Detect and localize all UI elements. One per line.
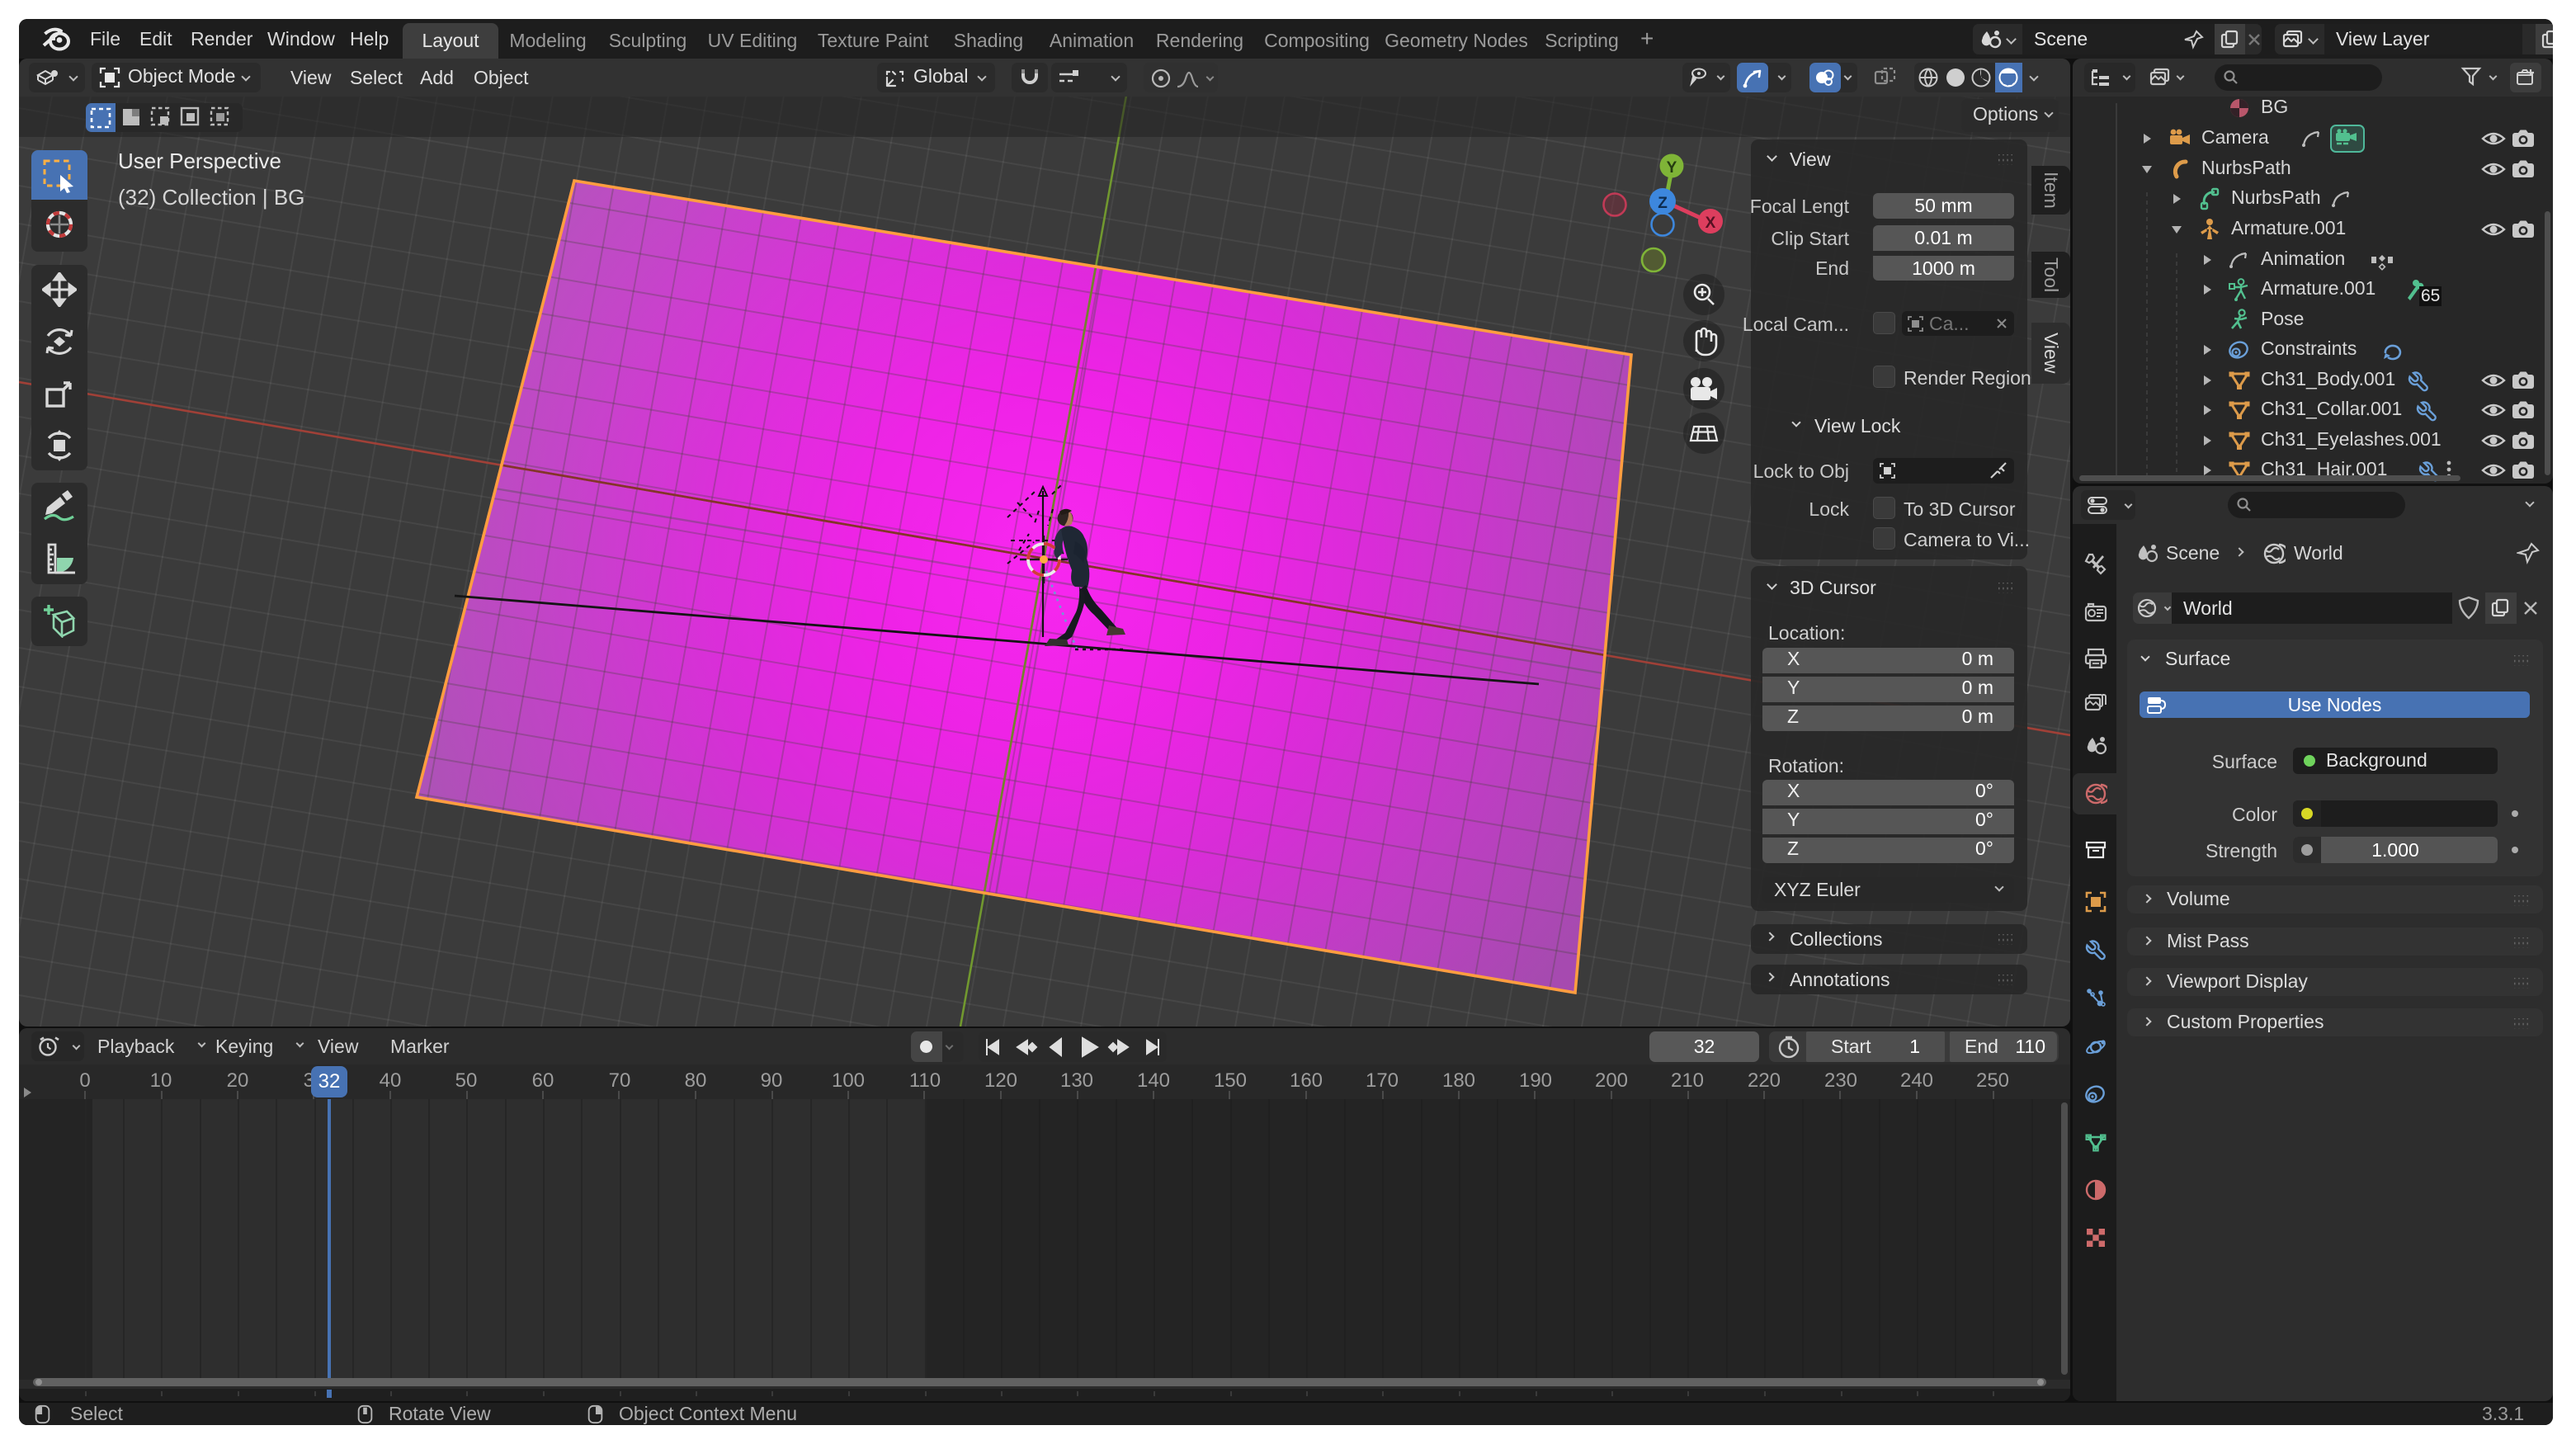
svg-text:User Perspective: User Perspective [118, 149, 281, 173]
svg-text:Z: Z [1658, 195, 1668, 212]
svg-text:Y: Y [1667, 159, 1677, 177]
svg-text:(32) Collection | BG: (32) Collection | BG [118, 185, 304, 210]
svg-text:X: X [1706, 215, 1716, 232]
